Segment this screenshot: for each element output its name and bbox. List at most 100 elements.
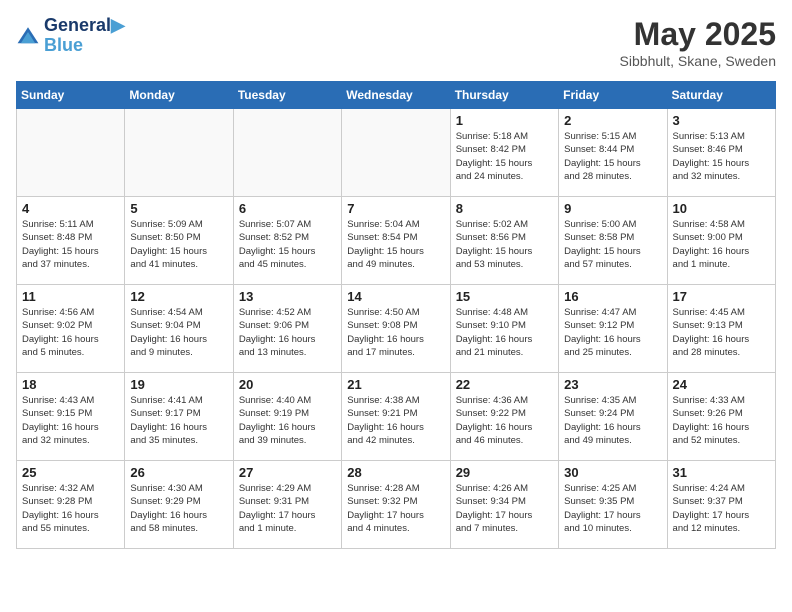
day-number: 17 [673, 289, 770, 304]
day-info: Sunrise: 4:58 AM Sunset: 9:00 PM Dayligh… [673, 218, 770, 271]
day-info: Sunrise: 4:26 AM Sunset: 9:34 PM Dayligh… [456, 482, 553, 535]
logo-text: General▶ Blue [44, 16, 125, 56]
weekday-header-row: SundayMondayTuesdayWednesdayThursdayFrid… [17, 82, 776, 109]
calendar-cell: 7 Sunrise: 5:04 AM Sunset: 8:54 PM Daylig… [342, 197, 450, 285]
calendar-cell: 14Sunrise: 4:50 AM Sunset: 9:08 PM Dayli… [342, 285, 450, 373]
day-number: 28 [347, 465, 444, 480]
calendar-cell: 1 Sunrise: 5:18 AM Sunset: 8:42 PM Daylig… [450, 109, 558, 197]
calendar-cell: 21 Sunrise: 4:38 AM Sunset: 9:21 PM Dayli… [342, 373, 450, 461]
day-number: 7 [347, 201, 444, 216]
calendar-cell: 15 Sunrise: 4:48 AM Sunset: 9:10 PM Dayli… [450, 285, 558, 373]
calendar-cell: 23 Sunrise: 4:35 AM Sunset: 9:24 PM Dayli… [559, 373, 667, 461]
day-number: 4 [22, 201, 119, 216]
calendar-cell: 31Sunrise: 4:24 AM Sunset: 9:37 PM Dayli… [667, 461, 775, 549]
day-number: 29 [456, 465, 553, 480]
day-info: Sunrise: 5:11 AM Sunset: 8:48 PM Dayligh… [22, 218, 119, 271]
day-number: 2 [564, 113, 661, 128]
calendar-week-5: 25 Sunrise: 4:32 AM Sunset: 9:28 PM Dayli… [17, 461, 776, 549]
calendar-cell: 11Sunrise: 4:56 AM Sunset: 9:02 PM Dayli… [17, 285, 125, 373]
calendar-cell: 3 Sunrise: 5:13 AM Sunset: 8:46 PM Daylig… [667, 109, 775, 197]
day-info: Sunrise: 5:07 AM Sunset: 8:52 PM Dayligh… [239, 218, 336, 271]
day-info: Sunrise: 5:18 AM Sunset: 8:42 PM Dayligh… [456, 130, 553, 183]
day-number: 21 [347, 377, 444, 392]
day-info: Sunrise: 4:52 AM Sunset: 9:06 PM Dayligh… [239, 306, 336, 359]
calendar-cell [125, 109, 233, 197]
weekday-header-friday: Friday [559, 82, 667, 109]
day-number: 25 [22, 465, 119, 480]
calendar-cell: 16 Sunrise: 4:47 AM Sunset: 9:12 PM Dayli… [559, 285, 667, 373]
day-number: 5 [130, 201, 227, 216]
day-info: Sunrise: 4:35 AM Sunset: 9:24 PM Dayligh… [564, 394, 661, 447]
calendar-cell: 13Sunrise: 4:52 AM Sunset: 9:06 PM Dayli… [233, 285, 341, 373]
day-info: Sunrise: 4:40 AM Sunset: 9:19 PM Dayligh… [239, 394, 336, 447]
day-number: 6 [239, 201, 336, 216]
weekday-header-saturday: Saturday [667, 82, 775, 109]
day-info: Sunrise: 4:48 AM Sunset: 9:10 PM Dayligh… [456, 306, 553, 359]
day-info: Sunrise: 5:04 AM Sunset: 8:54 PM Dayligh… [347, 218, 444, 271]
calendar-table: SundayMondayTuesdayWednesdayThursdayFrid… [16, 81, 776, 549]
day-number: 12 [130, 289, 227, 304]
day-info: Sunrise: 4:41 AM Sunset: 9:17 PM Dayligh… [130, 394, 227, 447]
day-number: 3 [673, 113, 770, 128]
day-info: Sunrise: 4:47 AM Sunset: 9:12 PM Dayligh… [564, 306, 661, 359]
day-info: Sunrise: 4:50 AM Sunset: 9:08 PM Dayligh… [347, 306, 444, 359]
day-number: 1 [456, 113, 553, 128]
calendar-cell [342, 109, 450, 197]
logo: General▶ Blue [16, 16, 125, 56]
day-number: 18 [22, 377, 119, 392]
day-info: Sunrise: 4:36 AM Sunset: 9:22 PM Dayligh… [456, 394, 553, 447]
calendar-cell: 4 Sunrise: 5:11 AM Sunset: 8:48 PM Daylig… [17, 197, 125, 285]
day-number: 16 [564, 289, 661, 304]
calendar-cell: 19 Sunrise: 4:41 AM Sunset: 9:17 PM Dayli… [125, 373, 233, 461]
day-info: Sunrise: 4:38 AM Sunset: 9:21 PM Dayligh… [347, 394, 444, 447]
calendar-cell: 6 Sunrise: 5:07 AM Sunset: 8:52 PM Daylig… [233, 197, 341, 285]
calendar-cell: 25 Sunrise: 4:32 AM Sunset: 9:28 PM Dayli… [17, 461, 125, 549]
page-header: General▶ Blue May 2025 Sibbhult, Skane, … [16, 16, 776, 69]
day-info: Sunrise: 4:45 AM Sunset: 9:13 PM Dayligh… [673, 306, 770, 359]
day-number: 15 [456, 289, 553, 304]
calendar-cell: 8Sunrise: 5:02 AM Sunset: 8:56 PM Daylig… [450, 197, 558, 285]
day-info: Sunrise: 4:32 AM Sunset: 9:28 PM Dayligh… [22, 482, 119, 535]
weekday-header-tuesday: Tuesday [233, 82, 341, 109]
calendar-week-2: 4 Sunrise: 5:11 AM Sunset: 8:48 PM Daylig… [17, 197, 776, 285]
day-info: Sunrise: 4:43 AM Sunset: 9:15 PM Dayligh… [22, 394, 119, 447]
calendar-cell: 30Sunrise: 4:25 AM Sunset: 9:35 PM Dayli… [559, 461, 667, 549]
calendar-cell [233, 109, 341, 197]
day-info: Sunrise: 4:28 AM Sunset: 9:32 PM Dayligh… [347, 482, 444, 535]
title-block: May 2025 Sibbhult, Skane, Sweden [620, 16, 776, 69]
day-number: 8 [456, 201, 553, 216]
calendar-cell: 27Sunrise: 4:29 AM Sunset: 9:31 PM Dayli… [233, 461, 341, 549]
day-number: 24 [673, 377, 770, 392]
calendar-week-4: 18 Sunrise: 4:43 AM Sunset: 9:15 PM Dayli… [17, 373, 776, 461]
calendar-cell: 18 Sunrise: 4:43 AM Sunset: 9:15 PM Dayli… [17, 373, 125, 461]
day-number: 20 [239, 377, 336, 392]
calendar-cell: 22 Sunrise: 4:36 AM Sunset: 9:22 PM Dayli… [450, 373, 558, 461]
month-title: May 2025 [620, 16, 776, 53]
day-number: 22 [456, 377, 553, 392]
day-info: Sunrise: 4:54 AM Sunset: 9:04 PM Dayligh… [130, 306, 227, 359]
day-info: Sunrise: 4:24 AM Sunset: 9:37 PM Dayligh… [673, 482, 770, 535]
day-info: Sunrise: 4:33 AM Sunset: 9:26 PM Dayligh… [673, 394, 770, 447]
weekday-header-sunday: Sunday [17, 82, 125, 109]
day-number: 23 [564, 377, 661, 392]
day-info: Sunrise: 5:00 AM Sunset: 8:58 PM Dayligh… [564, 218, 661, 271]
day-number: 11 [22, 289, 119, 304]
calendar-cell: 12 Sunrise: 4:54 AM Sunset: 9:04 PM Dayli… [125, 285, 233, 373]
calendar-cell: 9 Sunrise: 5:00 AM Sunset: 8:58 PM Daylig… [559, 197, 667, 285]
day-number: 19 [130, 377, 227, 392]
calendar-week-1: 1 Sunrise: 5:18 AM Sunset: 8:42 PM Daylig… [17, 109, 776, 197]
logo-icon [16, 24, 40, 48]
day-info: Sunrise: 5:13 AM Sunset: 8:46 PM Dayligh… [673, 130, 770, 183]
calendar-cell: 29 Sunrise: 4:26 AM Sunset: 9:34 PM Dayli… [450, 461, 558, 549]
calendar-cell: 17 Sunrise: 4:45 AM Sunset: 9:13 PM Dayli… [667, 285, 775, 373]
calendar-week-3: 11Sunrise: 4:56 AM Sunset: 9:02 PM Dayli… [17, 285, 776, 373]
day-number: 9 [564, 201, 661, 216]
day-number: 27 [239, 465, 336, 480]
calendar-cell [17, 109, 125, 197]
day-number: 10 [673, 201, 770, 216]
calendar-cell: 5Sunrise: 5:09 AM Sunset: 8:50 PM Daylig… [125, 197, 233, 285]
location-subtitle: Sibbhult, Skane, Sweden [620, 53, 776, 69]
calendar-cell: 26Sunrise: 4:30 AM Sunset: 9:29 PM Dayli… [125, 461, 233, 549]
day-number: 26 [130, 465, 227, 480]
calendar-cell: 28 Sunrise: 4:28 AM Sunset: 9:32 PM Dayli… [342, 461, 450, 549]
